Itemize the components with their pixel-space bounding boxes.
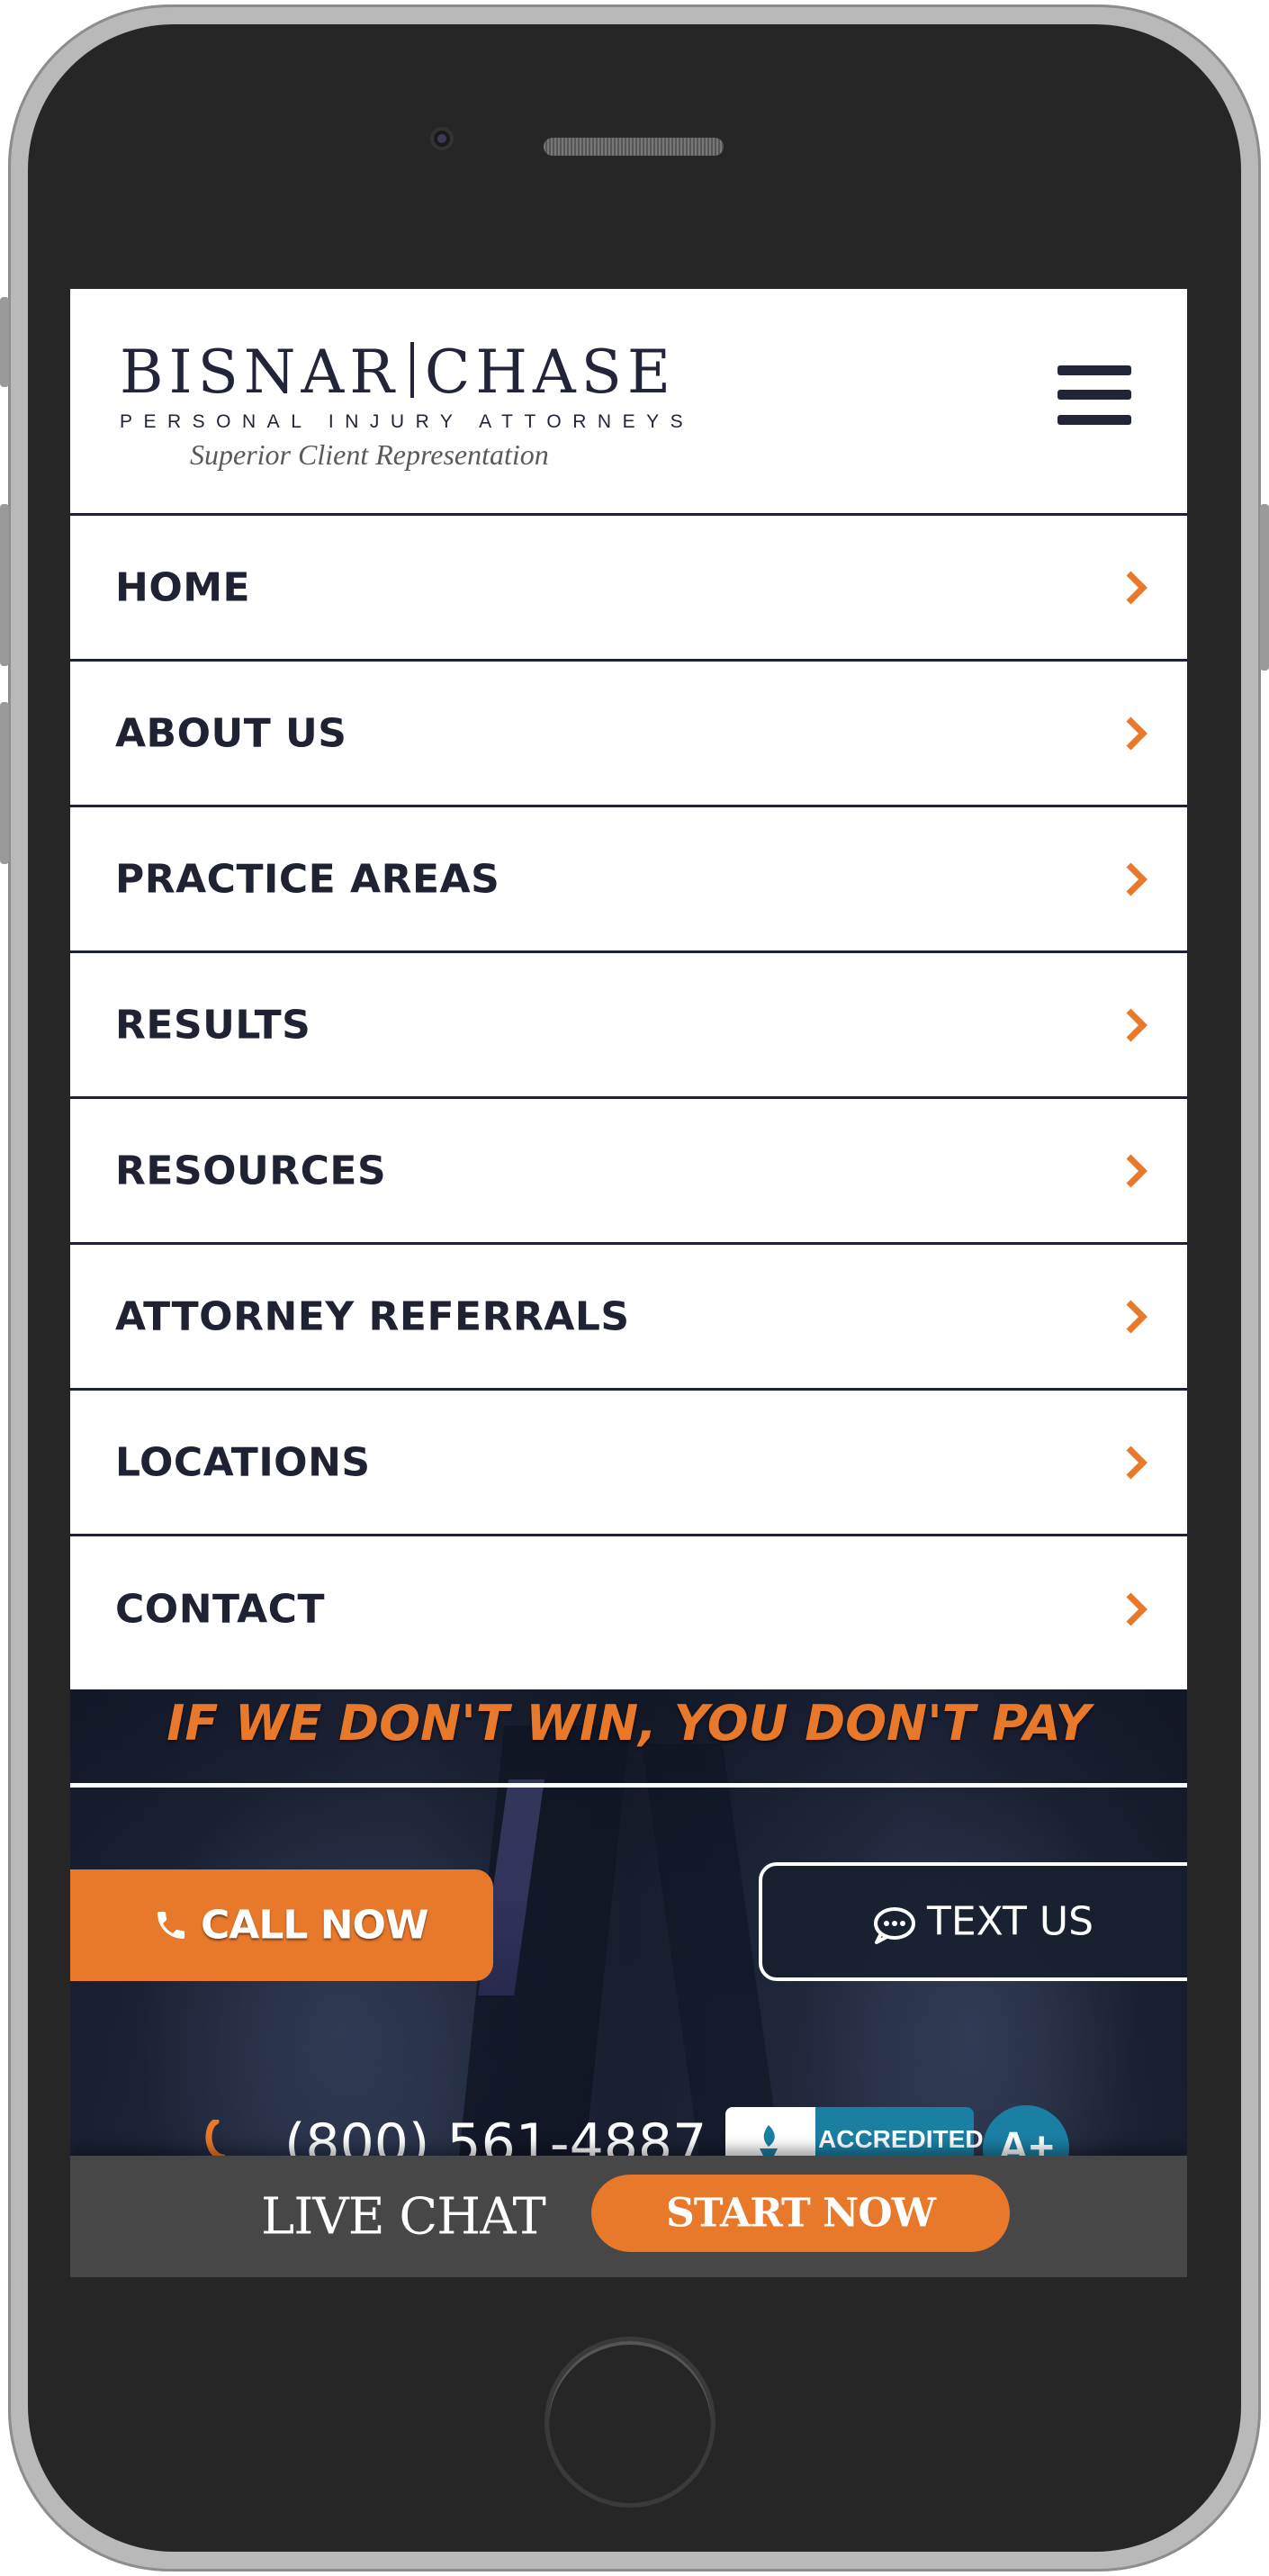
hamburger-menu-icon[interactable] xyxy=(1058,365,1131,425)
phone-side-button-volume-down xyxy=(0,702,9,864)
chevron-right-icon xyxy=(1126,716,1148,750)
home-button[interactable] xyxy=(544,2337,716,2508)
chevron-right-icon xyxy=(1126,1300,1148,1333)
chevron-right-icon xyxy=(1126,1592,1148,1626)
phone-icon xyxy=(158,1912,184,1939)
site-header: BISNAR CHASE PERSONAL INJURY ATTORNEYS Su… xyxy=(70,289,1187,516)
logo-name-left: BISNAR xyxy=(120,338,400,407)
bisnar-chase-logo[interactable]: BISNAR CHASE PERSONAL INJURY ATTORNEYS Su… xyxy=(120,338,695,472)
hero-divider xyxy=(70,1783,1187,1788)
phone-side-button-power xyxy=(1260,504,1269,671)
chevron-right-icon xyxy=(1126,1154,1148,1187)
text-us-label: TEXT US xyxy=(927,1898,1094,1945)
menu-item-label: ABOUT US xyxy=(115,710,347,756)
menu-item-practice-areas[interactable]: PRACTICE AREAS xyxy=(70,807,1187,953)
menu-item-resources[interactable]: RESOURCES xyxy=(70,1099,1187,1245)
menu-item-home[interactable]: HOME xyxy=(70,516,1187,662)
menu-item-attorney-referrals[interactable]: ATTORNEY REFERRALS xyxy=(70,1245,1187,1391)
menu-item-results[interactable]: RESULTS xyxy=(70,953,1187,1099)
menu-item-about-us[interactable]: ABOUT US xyxy=(70,662,1187,807)
nav-menu: HOME ABOUT US PRACTICE AREAS RESULTS RES… xyxy=(70,516,1187,1682)
menu-item-locations[interactable]: LOCATIONS xyxy=(70,1391,1187,1536)
start-now-label: START NOW xyxy=(665,2190,936,2237)
logo-wordmark: BISNAR CHASE xyxy=(120,338,670,407)
menu-item-label: LOCATIONS xyxy=(115,1439,371,1485)
logo-name-right: CHASE xyxy=(424,338,677,407)
live-chat-label: LIVE CHAT xyxy=(261,2187,546,2246)
live-chat-bar: LIVE CHAT START NOW xyxy=(70,2156,1187,2277)
logo-tagline: Superior Client Representation xyxy=(190,438,549,471)
chevron-right-icon xyxy=(1126,862,1148,896)
hamburger-bar xyxy=(1058,415,1131,425)
phone-side-button-volume-up xyxy=(0,504,9,666)
hero-banner: IF WE DON'T WIN, YOU DON'T PAY CALL NOW … xyxy=(70,1689,1187,2193)
menu-item-label: RESOURCES xyxy=(115,1148,387,1193)
text-us-button[interactable]: TEXT US xyxy=(759,1862,1187,1981)
menu-item-label: RESULTS xyxy=(115,1002,311,1048)
hamburger-bar xyxy=(1058,390,1131,400)
phone-side-button-silent xyxy=(0,297,9,387)
bbb-accredited-label: ACCREDITED xyxy=(818,2125,984,2153)
screen: BISNAR CHASE PERSONAL INJURY ATTORNEYS Su… xyxy=(70,289,1187,2277)
chevron-right-icon xyxy=(1126,1008,1148,1041)
phone-icon xyxy=(205,2120,225,2159)
logo-divider xyxy=(410,342,414,398)
menu-item-label: CONTACT xyxy=(115,1586,325,1633)
menu-item-label: ATTORNEY REFERRALS xyxy=(115,1293,630,1339)
call-now-button[interactable]: CALL NOW xyxy=(70,1869,493,1981)
call-now-label: CALL NOW xyxy=(201,1902,428,1949)
earpiece-speaker xyxy=(544,138,724,156)
menu-item-label: PRACTICE AREAS xyxy=(115,856,500,902)
logo-subtitle: PERSONAL INJURY ATTORNEYS xyxy=(120,411,695,432)
hamburger-bar xyxy=(1058,365,1131,375)
chevron-right-icon xyxy=(1126,571,1148,604)
menu-item-contact[interactable]: CONTACT xyxy=(70,1536,1187,1682)
start-now-button[interactable]: START NOW xyxy=(591,2175,1010,2252)
chat-bubble-icon xyxy=(874,1907,915,1944)
hero-slogan: IF WE DON'T WIN, YOU DON'T PAY xyxy=(166,1695,1091,1752)
front-camera xyxy=(430,127,454,150)
chevron-right-icon xyxy=(1126,1446,1148,1479)
menu-item-label: HOME xyxy=(115,564,251,610)
